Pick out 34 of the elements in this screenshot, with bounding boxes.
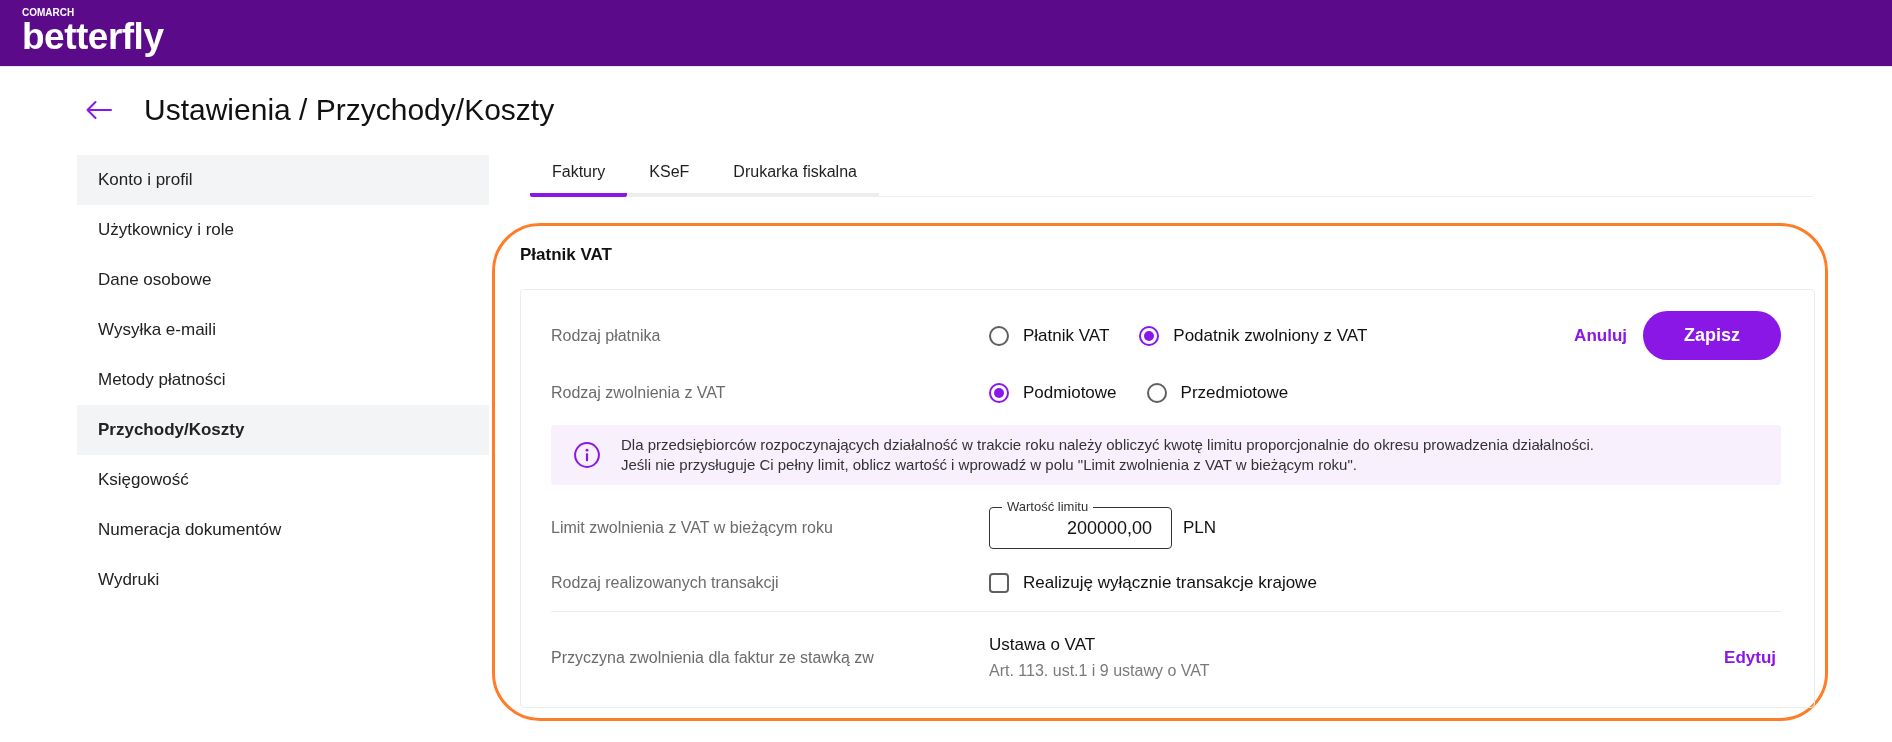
radio-label: Przedmiotowe [1180,382,1289,405]
company-name: COMARCH [22,8,75,18]
field-label: Rodzaj realizowanych transakcji [551,573,779,593]
sidebar-item[interactable]: Konto i profil [77,155,489,205]
radio-button[interactable] [989,383,1009,403]
unit-label: PLN [1183,517,1217,540]
field-label: Limit zwolnienia z VAT w bieżącym roku [551,518,833,538]
checkbox-label: Realizuję wyłącznie transakcje krajowe [1023,572,1317,595]
radio-button[interactable] [1146,383,1167,403]
sidebar-item[interactable]: Przychody/Koszty [77,405,489,455]
detail-title: Ustawa o VAT [989,635,1096,655]
page-title: Ustawienia / Przychody/Koszty [144,92,555,128]
checkbox[interactable] [989,573,1009,593]
radio-button[interactable] [1139,325,1160,346]
tab[interactable]: Faktury [530,155,628,197]
tab[interactable]: KSeF [627,155,712,197]
section-title: Płatnik VAT [520,244,612,266]
back-arrow-icon[interactable] [85,100,112,120]
radio-label: Podmiotowe [1023,382,1117,405]
info-text: Dla przedsiębiorców rozpoczynających działalność w trakcie roku należy obliczyć kwotę limitu proporcjonalnie do okresu prowadzenia działalności. [621,435,1594,455]
field-label: Rodzaj zwolnienia z VAT [551,383,726,403]
radio-button[interactable] [989,325,1009,346]
field-label: Rodzaj płatnika [551,325,661,346]
radio-label: Podatnik zwolniony z VAT [1173,324,1368,347]
tab[interactable]: Drukarka fiskalna [711,155,879,197]
edit-link[interactable]: Edytuj [1724,645,1776,671]
save-button[interactable]: Zapisz [1643,311,1781,360]
radio-label: Płatnik VAT [1023,324,1110,347]
info-text: Jeśli nie przysługuje Ci pełny limit, oblicz wartość i wprowadź w polu "Limit zwolnienia z VAT w bieżącym roku". [621,455,1357,475]
cancel-link[interactable]: Anuluj [1574,322,1627,349]
product-logo[interactable]: betterfly [22,18,164,56]
info-icon [574,442,600,468]
field-label: Przyczyna zwolnienia dla faktur ze stawką zw [551,648,874,668]
detail-subtitle: Art. 113. ust.1 i 9 ustawy o VAT [989,661,1210,681]
